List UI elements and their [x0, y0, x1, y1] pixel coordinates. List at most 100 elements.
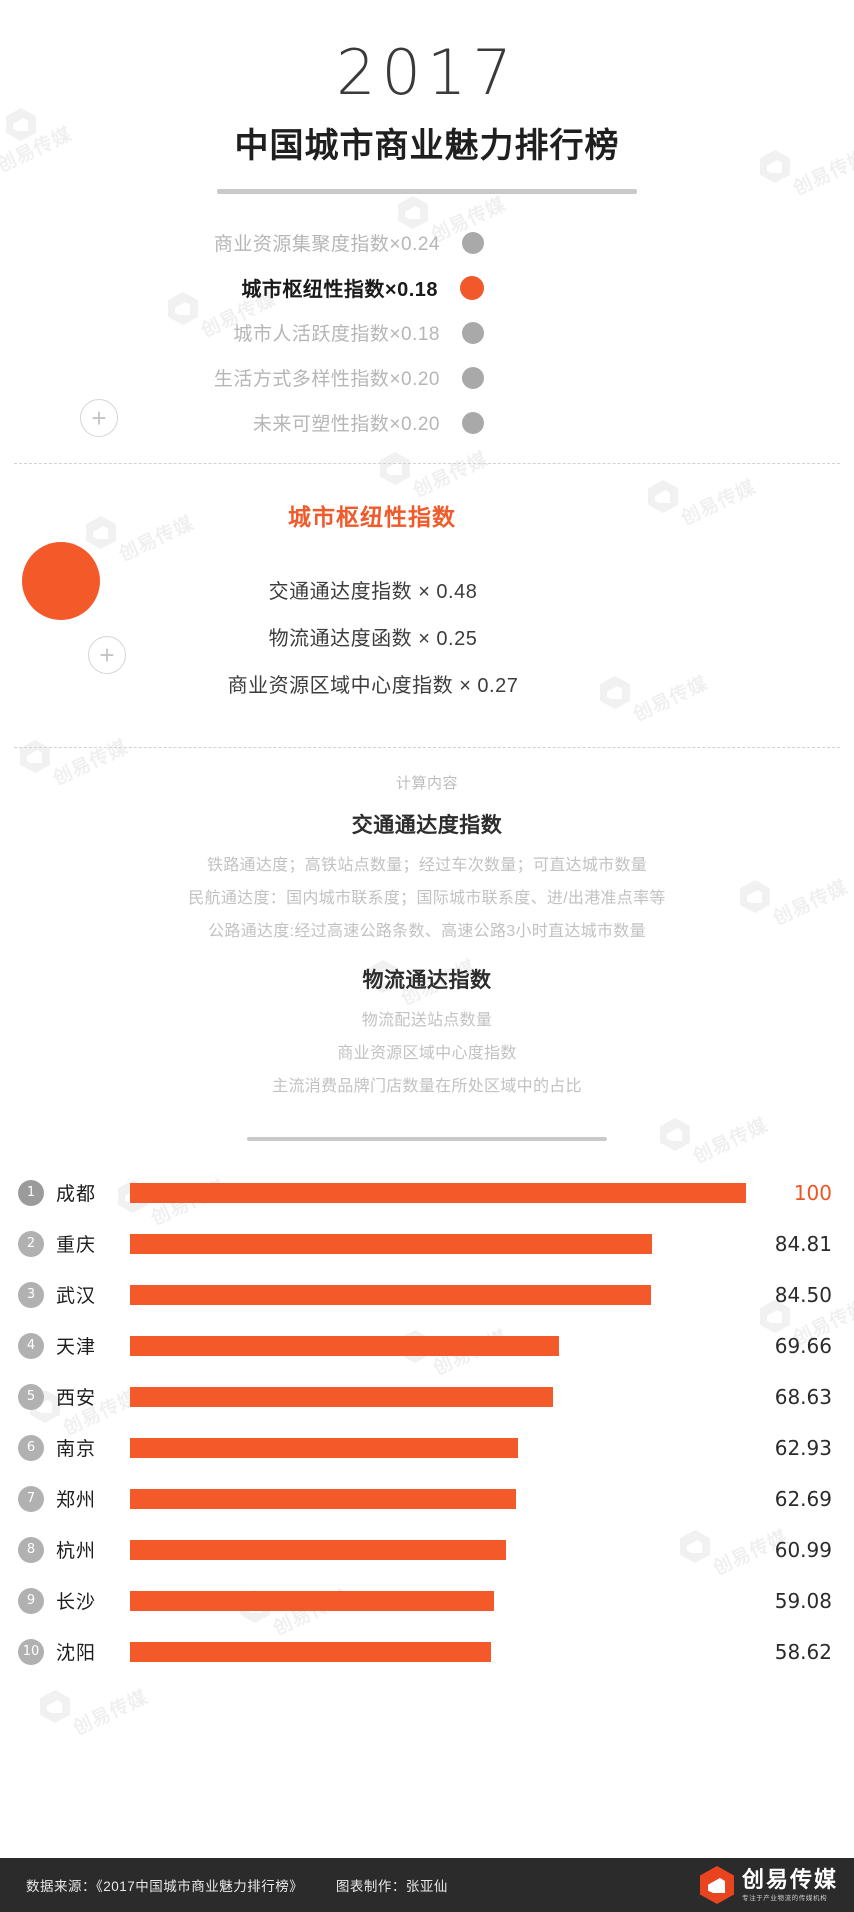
bar-track — [130, 1284, 746, 1305]
chart-bar-row: 3 武汉 84.50 — [18, 1269, 832, 1320]
bar — [130, 1641, 492, 1662]
chart-bar-row: 7 郑州 62.69 — [18, 1473, 832, 1524]
index-label: 城市人活跃度指数×0.18 — [233, 324, 440, 345]
bar — [130, 1488, 517, 1509]
bar-value-label: 62.93 — [774, 1435, 832, 1460]
bar-track — [130, 1233, 746, 1254]
plus-icon: + — [80, 399, 118, 437]
index-row[interactable]: 生活方式多样性指数×0.20 — [0, 355, 854, 400]
hexagon-logo-icon — [699, 1866, 734, 1904]
calculation-section: 计算内容 交通通达度指数 铁路通达度；高铁站点数量；经过车次数量；可直达城市数量… — [0, 748, 854, 1141]
calc-detail-line: 商业资源区域中心度指数 — [337, 1045, 517, 1062]
breakdown-title: 城市枢纽性指数 — [288, 504, 456, 530]
bar — [130, 1233, 653, 1254]
city-label: 长沙 — [56, 1592, 97, 1613]
calc-group-heading: 物流通达指数 — [362, 969, 492, 992]
city-label: 西安 — [56, 1388, 97, 1409]
index-dot-icon — [462, 366, 484, 389]
footer: 数据来源：《2017中国城市商业魅力排行榜》 图表制作：张亚仙 创易传媒 专注于… — [0, 1858, 854, 1912]
chart-bar-row: 4 天津 69.66 — [18, 1320, 832, 1371]
bar — [130, 1335, 560, 1356]
calculation-caption: 计算内容 — [395, 775, 458, 792]
index-row[interactable]: 商业资源集聚度指数×0.24 — [0, 220, 854, 265]
city-label: 沈阳 — [56, 1643, 97, 1664]
chart-bar-row: 8 杭州 60.99 — [18, 1524, 832, 1575]
page-title: 中国城市商业魅力排行榜 — [234, 127, 620, 165]
bar-value-label: 59.08 — [774, 1588, 832, 1613]
brand-text: 创易传媒 专注于产业物流的传媒机构 — [741, 1867, 838, 1902]
index-label: 商业资源集聚度指数×0.24 — [213, 234, 440, 255]
bar-value-label: 58.62 — [774, 1639, 832, 1664]
bar-value-label: 60.99 — [774, 1537, 832, 1562]
bar — [130, 1437, 518, 1458]
bar-value-label: 84.81 — [774, 1231, 832, 1256]
index-row-selected[interactable]: 城市枢纽性指数×0.18 — [0, 265, 854, 310]
rank-badge: 2 — [18, 1230, 44, 1257]
bar — [130, 1284, 651, 1305]
footer-source: 数据来源：《2017中国城市商业魅力排行榜》 — [26, 1879, 304, 1894]
index-label: 生活方式多样性指数×0.20 — [213, 369, 440, 390]
title-divider — [217, 189, 637, 194]
chart-bar-row: 5 西安 68.63 — [18, 1371, 832, 1422]
breakdown-list: 交通通达度指数 × 0.48 物流通达度函数 × 0.25 商业资源区域中心度指… — [0, 566, 854, 707]
index-weights-block: 商业资源集聚度指数×0.24 城市枢纽性指数×0.18 城市人活跃度指数×0.1… — [0, 220, 854, 445]
calc-detail-line: 铁路通达度；高铁站点数量；经过车次数量；可直达城市数量 — [206, 857, 648, 874]
watermark-logo-icon — [40, 1690, 70, 1723]
footer-credit: 图表制作：张亚仙 — [335, 1879, 448, 1894]
city-label: 重庆 — [56, 1235, 97, 1256]
chart-bar-row: 9 长沙 59.08 — [18, 1575, 832, 1626]
bar — [130, 1590, 494, 1611]
index-dot-icon — [462, 231, 484, 254]
ranking-bar-chart: 1 成都 100 2 重庆 84.81 3 武汉 84.50 4 天津 69.66 5 西安 68.63 6 南… — [0, 1167, 854, 1677]
city-label: 天津 — [56, 1337, 97, 1358]
index-row[interactable]: 城市人活跃度指数×0.18 — [0, 310, 854, 355]
rank-badge: 10 — [18, 1638, 44, 1665]
brand-name: 创易传媒 — [741, 1867, 838, 1893]
breakdown-item: 物流通达度函数 × 0.25 — [268, 628, 478, 650]
bar-track — [130, 1437, 746, 1458]
bar-track — [130, 1335, 746, 1356]
index-row[interactable]: 未来可塑性指数×0.20 — [0, 400, 854, 445]
breakdown-section: 城市枢纽性指数 交通通达度指数 × 0.48 物流通达度函数 × 0.25 商业… — [0, 464, 854, 729]
index-dot-icon-active — [460, 275, 484, 300]
bar-track — [130, 1386, 746, 1407]
rank-badge: 8 — [18, 1536, 44, 1563]
chart-bar-row: 6 南京 62.93 — [18, 1422, 832, 1473]
bar-value-label: 84.50 — [774, 1282, 832, 1307]
infographic-page: 2017 中国城市商业魅力排行榜 商业资源集聚度指数×0.24 城市枢纽性指数×… — [0, 0, 854, 1677]
chart-divider — [247, 1137, 607, 1141]
footer-source-credit: 数据来源：《2017中国城市商业魅力排行榜》 图表制作：张亚仙 — [0, 1875, 448, 1895]
chart-bar-row: 1 成都 100 — [18, 1167, 832, 1218]
breakdown-item: 商业资源区域中心度指数 × 0.27 — [227, 675, 519, 697]
city-label: 成都 — [56, 1184, 97, 1205]
year-title: 2017 — [336, 36, 518, 109]
bar — [130, 1539, 506, 1560]
index-label: 城市枢纽性指数×0.18 — [241, 279, 438, 301]
bar-track — [130, 1539, 746, 1560]
rank-badge: 5 — [18, 1383, 44, 1410]
plus-icon: + — [88, 636, 126, 674]
bar-track — [130, 1488, 746, 1509]
bar-track — [130, 1182, 746, 1203]
calc-detail-line: 公路通达度:经过高速公路条数、高速公路3小时直达城市数量 — [208, 923, 646, 940]
rank-badge: 3 — [18, 1281, 44, 1308]
rank-badge: 9 — [18, 1587, 44, 1614]
brand-tagline: 专注于产业物流的传媒机构 — [741, 1894, 828, 1902]
brand-block: 创易传媒 专注于产业物流的传媒机构 — [699, 1858, 854, 1912]
bar-value-label: 68.63 — [774, 1384, 832, 1409]
accent-circle-icon — [22, 542, 100, 620]
bar-track — [130, 1590, 746, 1611]
rank-badge: 1 — [18, 1179, 44, 1206]
bar-value-label: 100 — [793, 1180, 832, 1205]
city-label: 杭州 — [56, 1541, 97, 1562]
calc-detail-line: 物流配送站点数量 — [361, 1012, 493, 1029]
rank-badge: 4 — [18, 1332, 44, 1359]
watermark-text: 创易传媒 — [70, 1686, 152, 1740]
bar — [130, 1386, 553, 1407]
bar-value-label: 69.66 — [774, 1333, 832, 1358]
rank-badge: 7 — [18, 1485, 44, 1512]
breakdown-item: 交通通达度指数 × 0.48 — [268, 581, 478, 603]
chart-bar-row: 2 重庆 84.81 — [18, 1218, 832, 1269]
calc-group-heading: 交通通达度指数 — [351, 814, 503, 837]
bar — [130, 1182, 746, 1203]
